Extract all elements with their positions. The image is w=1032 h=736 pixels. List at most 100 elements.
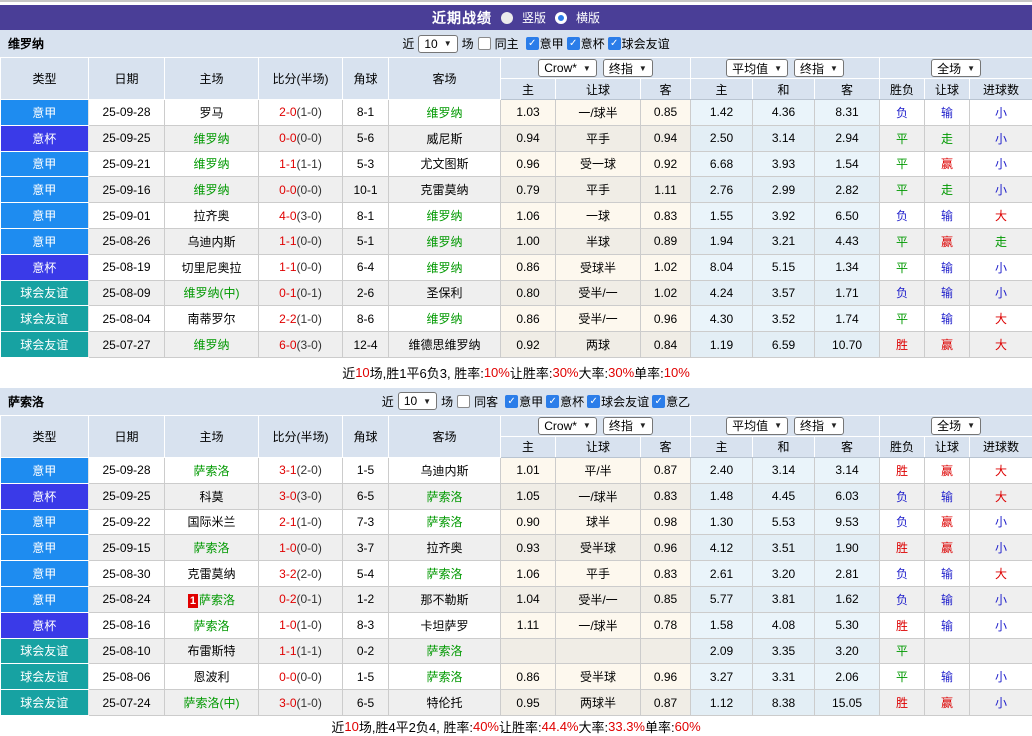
away-team-name[interactable]: 尤文图斯 xyxy=(420,157,468,171)
away-team-name[interactable]: 卡坦萨罗 xyxy=(420,619,468,633)
league-filter[interactable]: ✓球会友谊 xyxy=(608,35,670,52)
match-score[interactable]: 1-1(0-0) xyxy=(259,228,343,254)
match-score[interactable]: 2-2(1-0) xyxy=(259,306,343,332)
checkbox-icon[interactable]: ✓ xyxy=(652,395,665,408)
match-score[interactable]: 3-1(2-0) xyxy=(259,457,343,483)
away-team-name[interactable]: 克雷莫纳 xyxy=(420,183,468,197)
league-filter[interactable]: ✓意甲 xyxy=(505,393,543,410)
home-team[interactable]: 南蒂罗尔 xyxy=(165,306,259,332)
home-team[interactable]: 维罗纳 xyxy=(165,125,259,151)
away-team[interactable]: 维罗纳 xyxy=(389,100,501,126)
away-team[interactable]: 维罗纳 xyxy=(389,203,501,229)
home-team-name[interactable]: 南蒂罗尔 xyxy=(187,312,235,326)
horizontal-layout-label[interactable]: 横版 xyxy=(576,9,600,26)
home-team-name[interactable]: 维罗纳 xyxy=(193,338,229,352)
match-score[interactable]: 4-0(3-0) xyxy=(259,203,343,229)
away-team[interactable]: 维罗纳 xyxy=(389,306,501,332)
league-filter[interactable]: ✓意甲 xyxy=(526,35,564,52)
away-team-name[interactable]: 维罗纳 xyxy=(426,209,462,223)
away-team-name[interactable]: 萨索洛 xyxy=(426,644,462,658)
average-select[interactable]: 平均值▼ xyxy=(726,59,788,77)
away-team-name[interactable]: 维罗纳 xyxy=(426,235,462,249)
away-team-name[interactable]: 威尼斯 xyxy=(426,132,462,146)
home-team[interactable]: 切里尼奥拉 xyxy=(165,254,259,280)
league-filter[interactable]: ✓意乙 xyxy=(652,393,690,410)
away-team-name[interactable]: 维罗纳 xyxy=(426,106,462,120)
bookmaker-select[interactable]: Crow*▼ xyxy=(538,59,597,77)
home-team[interactable]: 克雷莫纳 xyxy=(165,561,259,587)
home-team-name[interactable]: 维罗纳(中) xyxy=(184,286,240,300)
away-team-name[interactable]: 圣保利 xyxy=(426,286,462,300)
match-score[interactable]: 1-0(0-0) xyxy=(259,535,343,561)
away-team-name[interactable]: 维罗纳 xyxy=(426,312,462,326)
home-team[interactable]: 维罗纳 xyxy=(165,177,259,203)
home-team-name[interactable]: 国际米兰 xyxy=(187,515,235,529)
away-team[interactable]: 那不勒斯 xyxy=(389,586,501,612)
home-team[interactable]: 1萨索洛 xyxy=(165,586,259,612)
bookmaker-select[interactable]: Crow*▼ xyxy=(538,417,597,435)
home-team-name[interactable]: 拉齐奥 xyxy=(193,209,229,223)
home-team[interactable]: 拉齐奥 xyxy=(165,203,259,229)
home-team-name[interactable]: 萨索洛 xyxy=(193,619,229,633)
away-team[interactable]: 尤文图斯 xyxy=(389,151,501,177)
match-score[interactable]: 3-2(2-0) xyxy=(259,561,343,587)
average-time-select[interactable]: 终指▼ xyxy=(794,59,844,77)
away-team-name[interactable]: 那不勒斯 xyxy=(420,593,468,607)
home-team-name[interactable]: 布雷斯特 xyxy=(187,644,235,658)
match-score[interactable]: 3-0(1-0) xyxy=(259,690,343,716)
vertical-layout-label[interactable]: 竖版 xyxy=(522,9,546,26)
home-team-name[interactable]: 萨索洛(中) xyxy=(184,696,240,710)
match-score[interactable]: 1-1(1-1) xyxy=(259,638,343,664)
match-score[interactable]: 0-0(0-0) xyxy=(259,664,343,690)
away-team[interactable]: 萨索洛 xyxy=(389,483,501,509)
away-team-name[interactable]: 萨索洛 xyxy=(426,490,462,504)
horizontal-layout-radio-icon[interactable] xyxy=(555,12,567,24)
league-filter[interactable]: ✓球会友谊 xyxy=(587,393,649,410)
away-team[interactable]: 萨索洛 xyxy=(389,638,501,664)
match-score[interactable]: 1-1(1-1) xyxy=(259,151,343,177)
match-score[interactable]: 6-0(3-0) xyxy=(259,332,343,358)
match-score[interactable]: 2-1(1-0) xyxy=(259,509,343,535)
away-team[interactable]: 特伦托 xyxy=(389,690,501,716)
average-time-select[interactable]: 终指▼ xyxy=(794,417,844,435)
match-score[interactable]: 1-1(0-0) xyxy=(259,254,343,280)
away-team-name[interactable]: 乌迪内斯 xyxy=(420,464,468,478)
home-team-name[interactable]: 维罗纳 xyxy=(193,132,229,146)
checkbox-icon[interactable]: ✓ xyxy=(546,395,559,408)
away-team-name[interactable]: 维罗纳 xyxy=(426,261,462,275)
full-match-select[interactable]: 全场▼ xyxy=(931,417,981,435)
checkbox-icon[interactable]: ✓ xyxy=(526,37,539,50)
same-venue-checkbox[interactable] xyxy=(457,395,470,408)
match-score[interactable]: 0-0(0-0) xyxy=(259,125,343,151)
match-score[interactable]: 2-0(1-0) xyxy=(259,100,343,126)
away-team-name[interactable]: 维德思维罗纳 xyxy=(408,338,480,352)
home-team[interactable]: 萨索洛 xyxy=(165,535,259,561)
league-filter[interactable]: ✓意杯 xyxy=(546,393,584,410)
away-team[interactable]: 维罗纳 xyxy=(389,228,501,254)
home-team-name[interactable]: 维罗纳 xyxy=(193,157,229,171)
home-team-name[interactable]: 恩波利 xyxy=(193,670,229,684)
away-team-name[interactable]: 萨索洛 xyxy=(426,670,462,684)
away-team[interactable]: 维德思维罗纳 xyxy=(389,332,501,358)
match-score[interactable]: 0-1(0-1) xyxy=(259,280,343,306)
away-team[interactable]: 萨索洛 xyxy=(389,664,501,690)
away-team[interactable]: 维罗纳 xyxy=(389,254,501,280)
home-team[interactable]: 布雷斯特 xyxy=(165,638,259,664)
checkbox-icon[interactable]: ✓ xyxy=(567,37,580,50)
odds-time-select[interactable]: 终指▼ xyxy=(603,59,653,77)
away-team[interactable]: 拉齐奥 xyxy=(389,535,501,561)
home-team-name[interactable]: 克雷莫纳 xyxy=(187,567,235,581)
home-team-name[interactable]: 罗马 xyxy=(199,106,223,120)
home-team[interactable]: 科莫 xyxy=(165,483,259,509)
away-team[interactable]: 克雷莫纳 xyxy=(389,177,501,203)
odds-time-select[interactable]: 终指▼ xyxy=(603,417,653,435)
home-team-name[interactable]: 萨索洛 xyxy=(193,541,229,555)
match-score[interactable]: 0-2(0-1) xyxy=(259,586,343,612)
home-team[interactable]: 维罗纳(中) xyxy=(165,280,259,306)
home-team[interactable]: 国际米兰 xyxy=(165,509,259,535)
away-team-name[interactable]: 特伦托 xyxy=(426,696,462,710)
home-team[interactable]: 乌迪内斯 xyxy=(165,228,259,254)
home-team[interactable]: 维罗纳 xyxy=(165,332,259,358)
away-team-name[interactable]: 拉齐奥 xyxy=(426,541,462,555)
away-team[interactable]: 卡坦萨罗 xyxy=(389,612,501,638)
